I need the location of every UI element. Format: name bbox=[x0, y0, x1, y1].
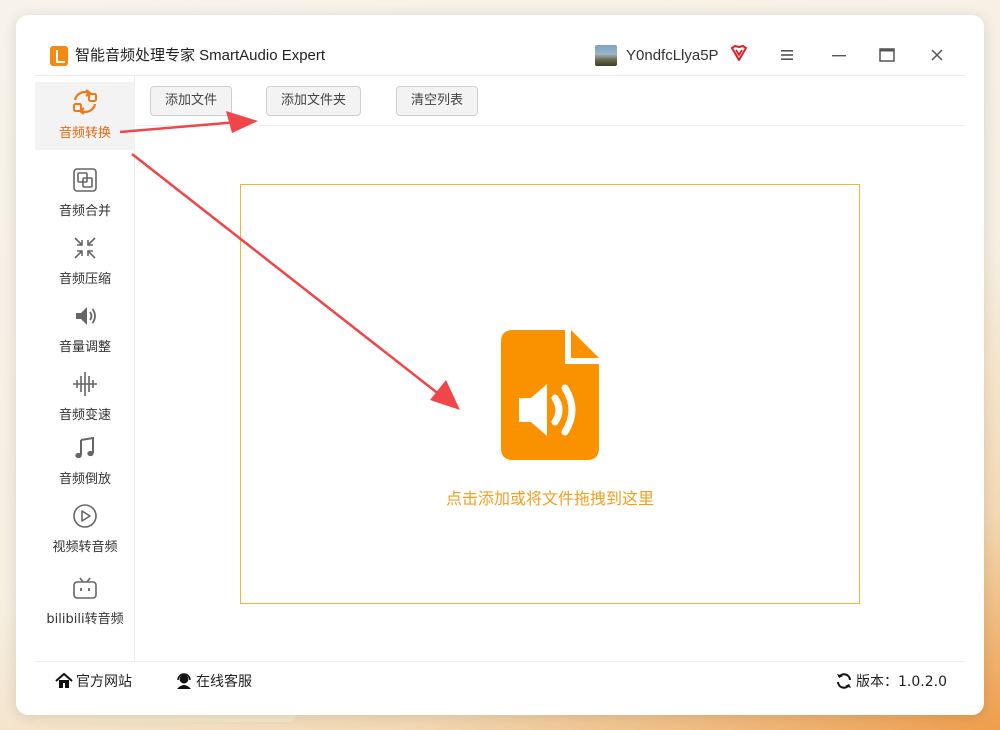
version-info: 版本：1.0.2.0 bbox=[835, 671, 947, 691]
add-file-button[interactable]: 添加文件 bbox=[150, 86, 233, 116]
drop-zone-text: 点击添加或将文件拖拽到这里 bbox=[445, 489, 654, 508]
sidebar-item-label: 音量调整 bbox=[58, 340, 111, 355]
volume-icon bbox=[76, 307, 96, 325]
file-drop-zone[interactable]: 点击添加或将文件拖拽到这里 bbox=[240, 184, 860, 604]
sidebar-item-label: 视频转音频 bbox=[52, 540, 118, 555]
sidebar-item-label: 音频转换 bbox=[58, 126, 111, 141]
bilibili-icon bbox=[73, 577, 97, 599]
sidebar-item-audio-merge[interactable]: 音频合并 bbox=[35, 166, 135, 219]
merge-icon bbox=[73, 168, 97, 192]
app-title: 智能音频处理专家 SmartAudio Expert bbox=[75, 47, 326, 64]
app-logo-icon bbox=[50, 46, 68, 66]
vip-icon[interactable] bbox=[730, 44, 748, 62]
refresh-icon[interactable] bbox=[835, 672, 853, 690]
sidebar-item-label: 音频倒放 bbox=[58, 472, 111, 487]
official-website-label: 官方网站 bbox=[76, 674, 132, 690]
sidebar-item-label: 音频变速 bbox=[58, 408, 111, 423]
audio-file-icon bbox=[501, 330, 599, 460]
online-support-link[interactable]: 在线客服 bbox=[175, 671, 252, 691]
sidebar-item-label: bilibili转音频 bbox=[46, 612, 124, 627]
menu-icon[interactable] bbox=[775, 43, 799, 67]
sidebar-item-audio-convert[interactable]: 音频转换 bbox=[35, 82, 135, 150]
sidebar-item-bilibili[interactable]: bilibili转音频 bbox=[35, 574, 135, 627]
sidebar-item-speed[interactable]: 音频变速 bbox=[35, 370, 135, 423]
home-icon bbox=[55, 672, 73, 688]
username[interactable]: Y0ndfcLlya5P bbox=[626, 46, 719, 66]
sidebar-item-label: 音频合并 bbox=[58, 204, 111, 219]
title-bar: 智能音频处理专家 SmartAudio Expert Y0ndfcLlya5P bbox=[16, 15, 984, 75]
sidebar: 音频转换 音频合并 音频压缩 音量调整 音频变速 音频倒放 视频转音频 bili… bbox=[35, 76, 135, 661]
compress-icon bbox=[74, 237, 96, 259]
sidebar-item-audio-compress[interactable]: 音频压缩 bbox=[35, 234, 135, 287]
convert-icon bbox=[73, 89, 97, 115]
footer: 官方网站 在线客服 版本：1.0.2.0 bbox=[35, 661, 965, 699]
app-window: 智能音频处理专家 SmartAudio Expert Y0ndfcLlya5P bbox=[16, 15, 984, 715]
minimize-icon[interactable] bbox=[827, 43, 851, 67]
close-icon[interactable] bbox=[925, 43, 949, 67]
sidebar-item-reverse[interactable]: 音频倒放 bbox=[35, 434, 135, 487]
avatar[interactable] bbox=[595, 45, 617, 66]
toolbar: 添加文件 添加文件夹 清空列表 bbox=[136, 76, 965, 126]
music-note-icon bbox=[75, 436, 94, 459]
maximize-icon[interactable] bbox=[875, 43, 899, 67]
sidebar-item-label: 音频压缩 bbox=[58, 272, 111, 287]
sidebar-item-video-to-audio[interactable]: 视频转音频 bbox=[35, 502, 135, 555]
support-agent-icon bbox=[177, 673, 191, 689]
online-support-label: 在线客服 bbox=[196, 674, 252, 690]
speed-icon bbox=[73, 372, 97, 396]
official-website-link[interactable]: 官方网站 bbox=[55, 671, 132, 691]
play-icon bbox=[73, 504, 97, 528]
sidebar-item-volume[interactable]: 音量调整 bbox=[35, 302, 135, 355]
add-folder-button[interactable]: 添加文件夹 bbox=[266, 86, 362, 116]
clear-list-button[interactable]: 清空列表 bbox=[396, 86, 479, 116]
version-label: 版本：1.0.2.0 bbox=[856, 674, 947, 690]
